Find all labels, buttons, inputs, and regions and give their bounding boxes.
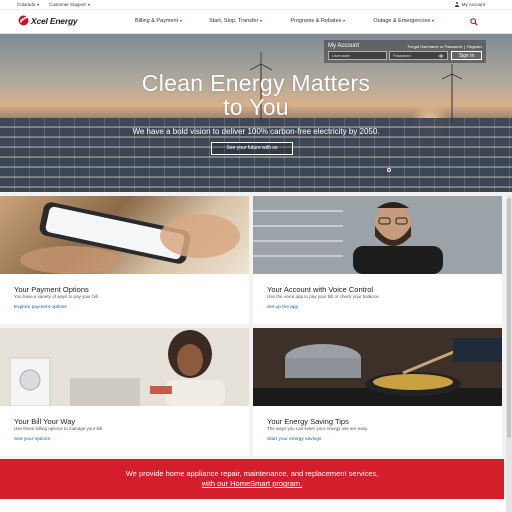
hero-title: Clean Energy Matters to You bbox=[141, 70, 371, 120]
card-description: The ways you can lower your energy use a… bbox=[267, 426, 369, 431]
username-input[interactable]: Username bbox=[328, 51, 387, 60]
scrollbar-thumb[interactable] bbox=[507, 198, 511, 438]
hero-subtitle: We have a bold vision to deliver 100% ca… bbox=[132, 127, 380, 136]
woman-illustration bbox=[0, 328, 249, 406]
phone-hand-image bbox=[0, 196, 249, 274]
card-description: Use the voice app to pay your bill or ch… bbox=[267, 294, 380, 299]
account-login-panel: My Account Forgot Username or Password |… bbox=[324, 40, 486, 63]
chevron-down-icon bbox=[37, 3, 40, 6]
eye-icon[interactable] bbox=[438, 54, 444, 58]
chevron-down-icon bbox=[343, 20, 346, 22]
cooking-image bbox=[253, 328, 502, 406]
card-title: Your Bill Your Way bbox=[14, 417, 76, 426]
logo[interactable]: Xcel Energy bbox=[18, 15, 78, 26]
customer-support-link[interactable]: Customer Support bbox=[49, 2, 90, 7]
card-payment-options: Your Payment Options You have a variety … bbox=[0, 196, 249, 324]
see-future-button[interactable]: See your future with us bbox=[211, 142, 293, 155]
card-bill-your-way: Your Bill Your Way Use these billing opt… bbox=[0, 328, 249, 456]
chevron-down-icon bbox=[260, 20, 263, 22]
main-nav: Xcel Energy Billing & Payment Start, Sto… bbox=[0, 9, 512, 34]
chevron-down-icon bbox=[87, 3, 90, 6]
card-description: Use these billing options to manage your… bbox=[14, 426, 104, 431]
account-title: My Account bbox=[328, 43, 360, 49]
phone-illustration bbox=[20, 202, 240, 274]
link-separator: | bbox=[464, 43, 466, 49]
explore-payment-link[interactable]: Explore payment options bbox=[14, 305, 67, 310]
set-up-app-link[interactable]: Set up the app bbox=[267, 305, 298, 310]
forgot-credentials-link[interactable]: Forgot Username or Password bbox=[408, 44, 462, 49]
my-account-link[interactable]: My Account bbox=[455, 2, 485, 7]
card-title: Your Account with Voice Control bbox=[267, 285, 374, 294]
homesmart-banner: We provide home appliance repair, mainte… bbox=[0, 459, 504, 499]
user-icon bbox=[455, 2, 460, 7]
state-selector[interactable]: Colorado bbox=[17, 2, 40, 7]
nav-programs-rebates[interactable]: Programs & Rebates bbox=[290, 18, 346, 24]
card-energy-tips: Your Energy Saving Tips The ways you can… bbox=[253, 328, 502, 456]
register-link[interactable]: Register bbox=[467, 44, 482, 49]
see-options-link[interactable]: See your options bbox=[14, 437, 50, 442]
woman-phone-image bbox=[0, 328, 249, 406]
carousel-dot[interactable] bbox=[387, 168, 391, 172]
banner-text: We provide home appliance repair, mainte… bbox=[125, 469, 379, 478]
nav-start-stop-transfer[interactable]: Start, Stop, Transfer bbox=[209, 18, 263, 24]
card-voice-control: Your Account with Voice Control Use the … bbox=[253, 196, 502, 324]
search-icon[interactable] bbox=[470, 18, 478, 26]
utility-bar: Colorado Customer Support My Account bbox=[0, 0, 512, 9]
nav-billing-payment[interactable]: Billing & Payment bbox=[135, 18, 183, 24]
man-voice-image bbox=[253, 196, 502, 274]
nav-outage-emergencies[interactable]: Outage & Emergencies bbox=[373, 18, 435, 24]
chevron-down-icon bbox=[180, 20, 183, 22]
card-title: Your Energy Saving Tips bbox=[267, 417, 349, 426]
chevron-down-icon bbox=[432, 20, 435, 22]
energy-savings-link[interactable]: Start your energy savings bbox=[267, 437, 321, 442]
card-description: You have a variety of ways to pay your b… bbox=[14, 294, 99, 299]
scrollbar[interactable] bbox=[506, 196, 512, 512]
man-illustration bbox=[253, 196, 502, 274]
password-input[interactable]: Password bbox=[389, 51, 448, 60]
xcel-logo-icon bbox=[18, 15, 29, 26]
sign-in-button[interactable]: Sign In bbox=[451, 51, 482, 60]
card-title: Your Payment Options bbox=[14, 285, 89, 294]
footer-strip bbox=[0, 499, 512, 512]
homesmart-link[interactable]: with our HomeSmart program. bbox=[0, 479, 504, 488]
cooking-illustration bbox=[253, 328, 502, 406]
